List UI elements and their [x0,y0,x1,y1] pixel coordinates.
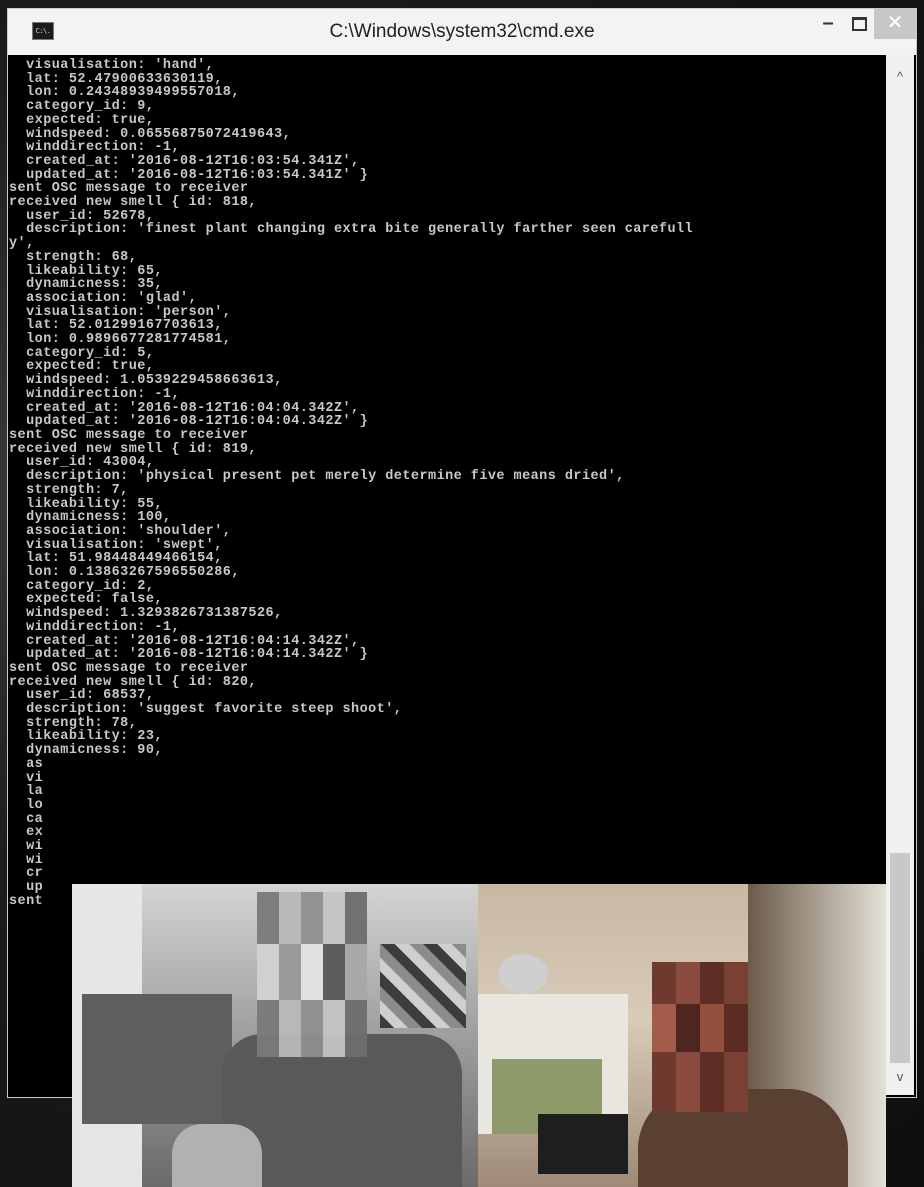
console-line: expected: true, [9,112,155,128]
scroll-up-arrow-icon[interactable]: ^ [886,63,914,91]
console-line: windspeed: 0.06556875072419643, [9,126,292,142]
console-line: winddirection: -1, [9,386,181,402]
console-line: windspeed: 1.0539229458663613, [9,373,283,389]
console-line: lon: 0.13863267596550286, [9,565,240,581]
maximize-button[interactable] [844,9,874,39]
console-line: description: 'finest plant changing extr… [9,222,694,238]
window-title: C:\Windows\system32\cmd.exe [329,21,595,42]
minimize-button[interactable]: – [814,9,842,39]
console-line: la [9,784,44,800]
console-line: winddirection: -1, [9,619,181,635]
console-line: received new smell { id: 819, [9,441,257,457]
console-line: lon: 0.24348939499557018, [9,85,240,101]
console-line: user_id: 43004, [9,455,155,471]
console-line: category_id: 5, [9,345,155,361]
webcam-feed-left [72,884,478,1187]
console-line: lo [9,797,44,813]
console-line: sent OSC message to receiver [9,427,249,443]
console-line: visualisation: 'swept', [9,537,223,553]
console-line: created_at: '2016-08-12T16:04:04.342Z', [9,400,360,416]
console-line: visualisation: 'hand', [9,58,215,73]
console-line: windspeed: 1.3293826731387526, [9,606,283,622]
console-line: likeability: 23, [9,729,163,745]
console-line: lon: 0.9896677281774581, [9,332,232,348]
console-line: winddirection: -1, [9,140,181,156]
console-line: dynamicness: 35, [9,277,163,293]
console-line: expected: true, [9,359,155,375]
console-line: description: 'physical present pet merel… [9,469,625,485]
console-line: strength: 78, [9,715,138,731]
console-line: category_id: 9, [9,99,155,115]
close-button[interactable]: ✕ [874,9,916,39]
console-line: received new smell { id: 818, [9,195,257,211]
console-line: category_id: 2, [9,578,155,594]
console-line: cr [9,866,44,882]
console-line: user_id: 52678, [9,208,155,224]
console-line: dynamicness: 90, [9,743,163,759]
console-line: updated_at: '2016-08-12T16:04:04.342Z' } [9,414,369,430]
console-line: lat: 51.98448449466154, [9,551,223,567]
console-text: visualisation: 'hand', lat: 52.479006336… [8,55,884,909]
title-bar[interactable]: C:\. C:\Windows\system32\cmd.exe – ✕ [8,9,916,55]
vertical-scrollbar[interactable]: ^ v [886,55,914,1095]
console-line: dynamicness: 100, [9,510,172,526]
minimize-icon: – [822,12,834,34]
console-line: description: 'suggest favorite steep sho… [9,702,403,718]
console-line: user_id: 68537, [9,688,155,704]
video-call-overlay [72,884,886,1187]
console-line: likeability: 65, [9,263,163,279]
console-line: as [9,756,44,772]
console-line: updated_at: '2016-08-12T16:04:14.342Z' } [9,647,369,663]
scroll-down-arrow-icon[interactable]: v [886,1063,914,1091]
console-line: association: 'shoulder', [9,523,232,539]
console-line: y', [9,236,35,252]
console-line: lat: 52.01299167703613, [9,318,223,334]
console-line: strength: 7, [9,482,129,498]
console-line: created_at: '2016-08-12T16:03:54.341Z', [9,153,360,169]
close-icon: ✕ [886,12,904,34]
console-line: updated_at: '2016-08-12T16:03:54.341Z' } [9,167,369,183]
maximize-icon [851,17,867,31]
console-line: created_at: '2016-08-12T16:04:14.342Z', [9,633,360,649]
console-line: likeability: 55, [9,496,163,512]
console-line: received new smell { id: 820, [9,674,257,690]
console-line: expected: false, [9,592,163,608]
console-line: sent OSC message to receiver [9,181,249,197]
console-line: ex [9,825,44,841]
console-line: wi [9,852,44,868]
console-line: association: 'glad', [9,290,198,306]
console-line: ca [9,811,44,827]
console-line: strength: 68, [9,249,138,265]
console-line: lat: 52.47900633630119, [9,71,223,87]
console-line: wi [9,839,44,855]
webcam-feed-right [478,884,886,1187]
console-line: vi [9,770,44,786]
console-line: visualisation: 'person', [9,304,232,320]
console-line: sent OSC message to receiver [9,660,249,676]
scroll-thumb[interactable] [890,853,910,1063]
